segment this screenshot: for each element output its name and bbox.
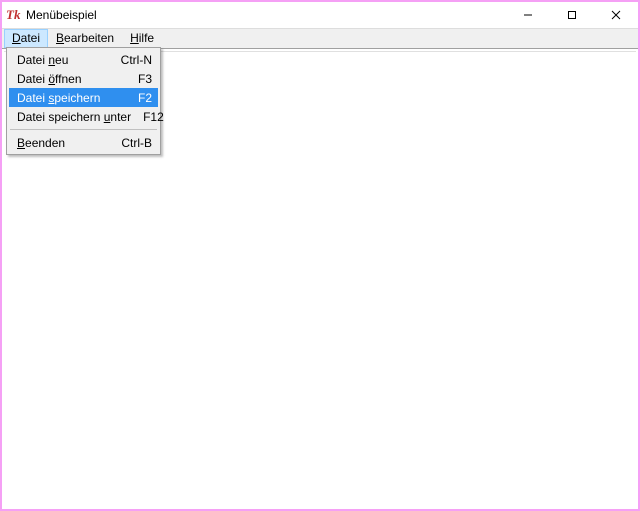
close-button[interactable] [594, 2, 638, 28]
menu-entry-shortcut: Ctrl-B [109, 136, 156, 150]
menu-entry-label: Beenden [17, 136, 109, 150]
maximize-button[interactable] [550, 2, 594, 28]
minimize-button[interactable] [506, 2, 550, 28]
menu-entry-1[interactable]: Datei öffnenF3 [9, 69, 158, 88]
menu-bearbeiten[interactable]: Bearbeiten [48, 29, 122, 48]
menu-entry-label: Datei speichern unter [17, 110, 131, 124]
titlebar: Tk Menübeispiel [2, 2, 638, 28]
window-title: Menübeispiel [26, 8, 97, 22]
menu-entry-shortcut: F2 [126, 91, 156, 105]
menu-entry-shortcut: F3 [126, 72, 156, 86]
app-icon: Tk [6, 7, 22, 23]
menu-datei[interactable]: Datei [4, 29, 48, 48]
menu-entry-0[interactable]: Datei neuCtrl-N [9, 50, 158, 69]
menu-entry-3[interactable]: Datei speichern unterF12 [9, 107, 158, 126]
menu-entry-shortcut: Ctrl-N [109, 53, 156, 67]
menu-separator [10, 129, 157, 130]
menubar: DateiBearbeitenHilfe [2, 28, 638, 49]
menu-entry-5[interactable]: BeendenCtrl-B [9, 133, 158, 152]
menu-hilfe[interactable]: Hilfe [122, 29, 162, 48]
menu-entry-label: Datei öffnen [17, 72, 126, 86]
menu-entry-label: Datei speichern [17, 91, 126, 105]
menu-entry-shortcut: F12 [131, 110, 168, 124]
file-menu-dropdown: Datei neuCtrl-NDatei öffnenF3Datei speic… [6, 47, 161, 155]
menu-entry-2[interactable]: Datei speichernF2 [9, 88, 158, 107]
menu-entry-label: Datei neu [17, 53, 109, 67]
